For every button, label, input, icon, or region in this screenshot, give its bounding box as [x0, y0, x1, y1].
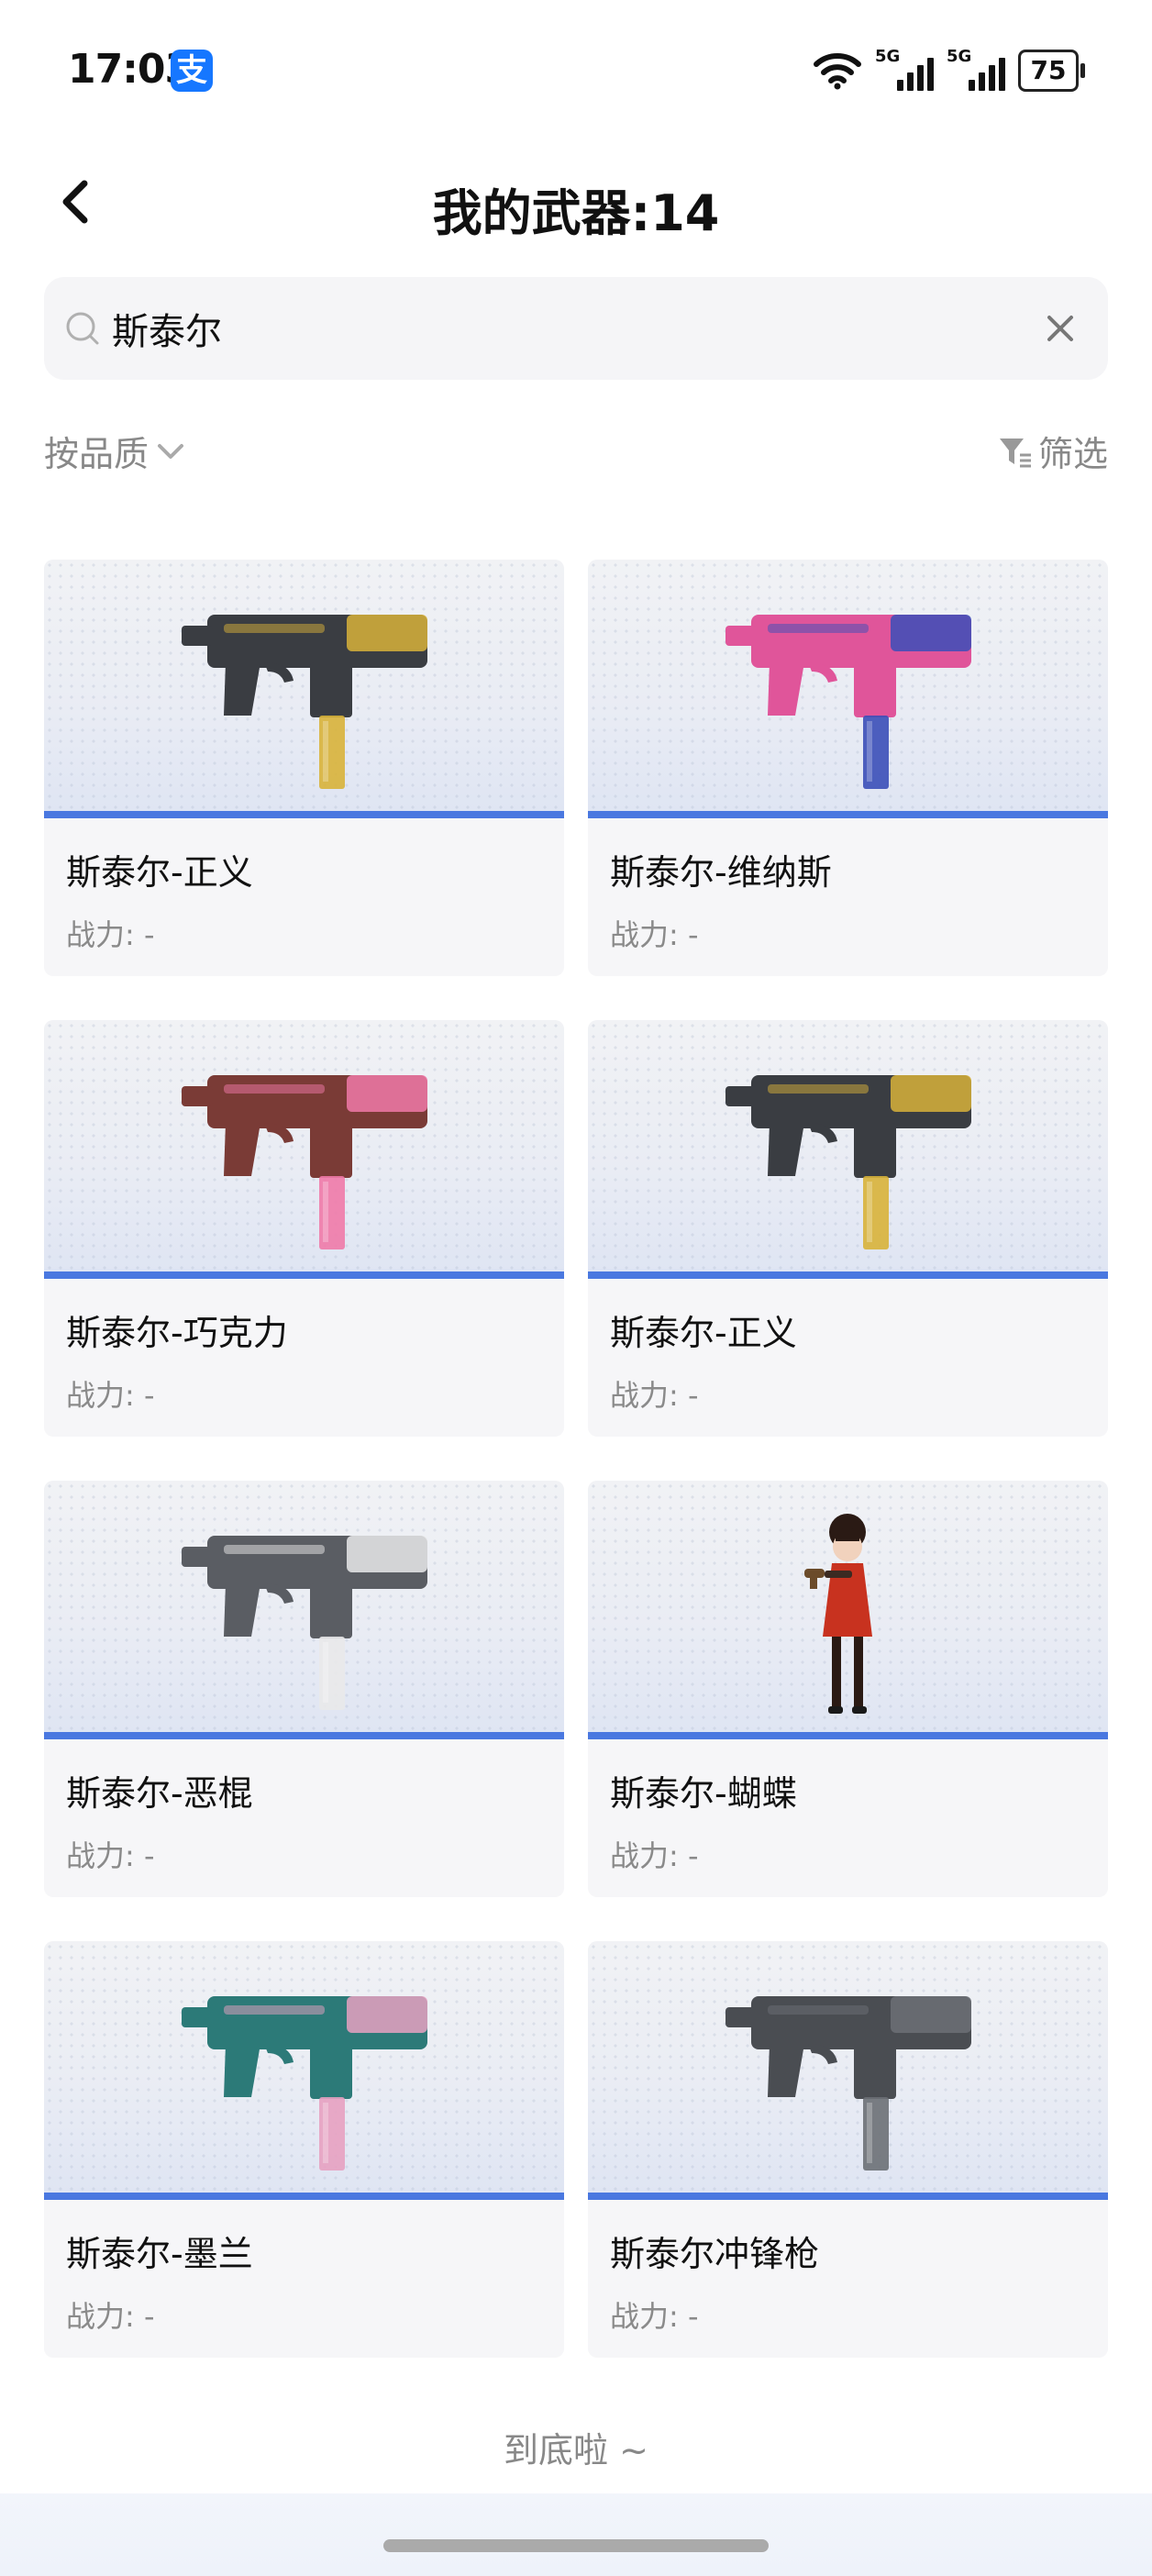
network-type-label: 5G — [947, 47, 972, 66]
smg-icon — [182, 1536, 427, 1710]
weapon-card[interactable]: 斯泰尔-正义 战力: - — [588, 1020, 1108, 1437]
weapon-card[interactable]: 斯泰尔-蝴蝶 战力: - — [588, 1481, 1108, 1897]
weapon-image — [588, 1020, 1108, 1279]
smg-icon — [182, 1996, 427, 2171]
weapon-name: 斯泰尔-墨兰 — [66, 2234, 253, 2274]
weapon-image — [588, 560, 1108, 818]
weapon-card[interactable]: 斯泰尔-巧克力 战力: - — [44, 1020, 564, 1437]
weapon-power: 战力: - — [66, 2299, 155, 2334]
cellular-signal-icon: 5G — [947, 47, 1005, 91]
page-header: 我的武器:14 — [0, 147, 1152, 257]
weapon-name: 斯泰尔-维纳斯 — [610, 852, 832, 893]
character-icon — [804, 1514, 872, 1714]
end-of-list-text: 到底啦 ~ — [504, 2430, 648, 2471]
status-indicators: 5G 5G 75 — [813, 47, 1085, 94]
battery-icon: 75 — [1018, 50, 1085, 92]
weapon-image — [44, 1941, 564, 2200]
weapon-card[interactable]: 斯泰尔-正义 战力: - — [44, 560, 564, 976]
weapon-name: 斯泰尔-恶棍 — [66, 1773, 253, 1814]
weapon-image — [44, 1020, 564, 1279]
search-input[interactable] — [112, 299, 983, 358]
search-bar — [44, 277, 1108, 380]
wifi-icon — [814, 53, 861, 90]
weapon-power: 战力: - — [66, 1838, 155, 1873]
search-icon — [66, 312, 99, 345]
page-title: 我的武器:14 — [432, 184, 720, 242]
sort-label: 按品质 — [44, 434, 150, 474]
weapon-name: 斯泰尔-蝴蝶 — [610, 1773, 797, 1814]
home-indicator[interactable] — [383, 2539, 769, 2552]
weapon-power: 战力: - — [610, 917, 699, 952]
smg-icon — [726, 1075, 971, 1249]
weapon-power: 战力: - — [66, 1378, 155, 1413]
weapon-card[interactable]: 斯泰尔-维纳斯 战力: - — [588, 560, 1108, 976]
weapon-name: 斯泰尔-正义 — [610, 1313, 797, 1353]
weapon-card[interactable]: 斯泰尔-墨兰 战力: - — [44, 1941, 564, 2358]
filter-icon — [999, 438, 1031, 467]
weapon-name: 斯泰尔冲锋枪 — [610, 2234, 820, 2274]
status-bar: 17:03 支 5G 5G 75 — [0, 0, 1152, 138]
smg-icon — [182, 1075, 427, 1249]
filter-button[interactable]: 筛选 — [996, 426, 1108, 476]
weapon-name: 斯泰尔-正义 — [66, 852, 253, 893]
close-icon[interactable] — [1038, 306, 1082, 350]
weapon-image — [44, 1481, 564, 1739]
weapon-power: 战力: - — [610, 2299, 699, 2334]
weapon-image — [588, 1481, 1108, 1739]
weapon-power: 战力: - — [610, 1838, 699, 1873]
chevron-down-icon — [158, 443, 184, 459]
bottom-bar — [0, 2493, 1152, 2576]
weapon-power: 战力: - — [66, 917, 155, 952]
weapon-image — [588, 1941, 1108, 2200]
weapon-grid: 斯泰尔-正义 战力: - 斯泰尔-维纳斯 战力: - 斯泰尔-巧克力 战力: -… — [44, 560, 1108, 2358]
filter-label: 筛选 — [1037, 434, 1108, 474]
sort-by-quality-dropdown[interactable]: 按品质 — [44, 426, 187, 476]
weapon-name: 斯泰尔-巧克力 — [66, 1313, 288, 1353]
alipay-icon: 支 — [171, 50, 213, 92]
smg-icon — [182, 615, 427, 789]
weapon-card[interactable]: 斯泰尔冲锋枪 战力: - — [588, 1941, 1108, 2358]
smg-icon — [726, 1996, 971, 2171]
weapon-image — [44, 560, 564, 818]
cellular-signal-icon: 5G — [875, 47, 934, 91]
network-type-label: 5G — [875, 47, 901, 66]
weapon-card[interactable]: 斯泰尔-恶棍 战力: - — [44, 1481, 564, 1897]
smg-icon — [726, 615, 971, 789]
weapon-power: 战力: - — [610, 1378, 699, 1413]
